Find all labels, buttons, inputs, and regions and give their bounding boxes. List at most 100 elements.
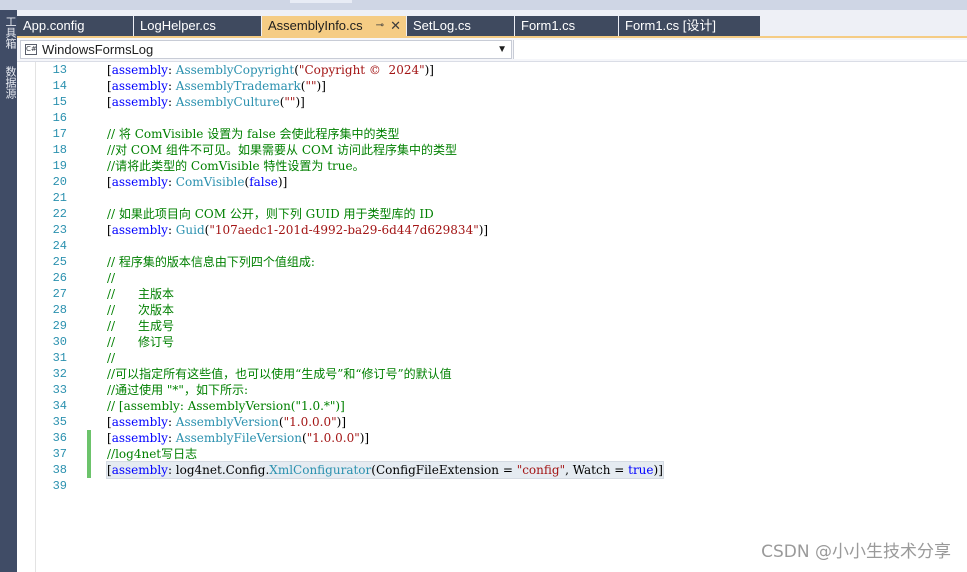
code-token: )] (478, 223, 489, 237)
tab-setlog[interactable]: SetLog.cs (407, 16, 514, 36)
code-text: //可以指定所有这些值，也可以使用“生成号”和“修订号”的默认值 (107, 366, 452, 382)
code-token: true (628, 463, 654, 477)
code-line[interactable]: 17 // 将 ComVisible 设置为 false 会使此程序集中的类型 (17, 126, 967, 142)
line-number: 25 (52, 255, 67, 269)
code-token: "config" (516, 463, 566, 477)
line-number: 33 (52, 383, 67, 397)
code-token: // 如果此项目向 COM 公开，则下列 GUID 用于类型库的 ID (107, 207, 434, 221)
code-line[interactable]: 22 // 如果此项目向 COM 公开，则下列 GUID 用于类型库的 ID (17, 206, 967, 222)
code-text: //通过使用 "*"，如下所示: (107, 382, 248, 398)
code-editor[interactable]: 13 [assembly: AssemblyCopyright("Copyrigh… (17, 62, 967, 572)
code-token: : (167, 95, 176, 109)
code-token: "" (284, 95, 296, 109)
member-dropdown[interactable] (513, 40, 967, 59)
code-token: (ConfigFileExtension = (371, 463, 517, 477)
code-text: [assembly: AssemblyCopyright("Copyright … (107, 62, 434, 78)
chevron-down-icon[interactable]: ▼ (497, 42, 507, 58)
code-line[interactable]: 13 [assembly: AssemblyCopyright("Copyrigh… (17, 62, 967, 78)
code-text: // 次版本 (107, 302, 174, 318)
toolbox-tab[interactable]: 工具箱 (1, 16, 17, 49)
code-line[interactable]: 33 //通过使用 "*"，如下所示: (17, 382, 967, 398)
code-line[interactable]: 32 //可以指定所有这些值，也可以使用“生成号”和“修订号”的默认值 (17, 366, 967, 382)
close-icon[interactable]: ✕ (390, 16, 401, 36)
code-token: )] (336, 415, 347, 429)
project-name: WindowsFormsLog (42, 42, 154, 57)
code-line[interactable]: 38 [assembly: log4net.Config.XmlConfigura… (17, 461, 967, 479)
code-text: [assembly: ComVisible(false)] (107, 174, 287, 190)
code-token: )] (277, 175, 288, 189)
code-line[interactable]: 34 // [assembly: AssemblyVersion("1.0.*")… (17, 398, 967, 414)
tab-label: LogHelper.cs (140, 18, 216, 33)
tab-label: Form1.cs (521, 18, 576, 33)
code-line[interactable]: 39 (17, 478, 967, 494)
code-line[interactable]: 30 // 修订号 (17, 334, 967, 350)
code-token: false (249, 175, 278, 189)
code-line[interactable]: 36 [assembly: AssemblyFileVersion("1.0.0.… (17, 430, 967, 446)
code-token: // (107, 351, 116, 365)
datasource-tab[interactable]: 数据源 (1, 66, 17, 99)
code-text: [assembly: Guid("107aedc1-201d-4992-ba29… (107, 222, 488, 238)
code-token: assembly (111, 431, 168, 445)
tab-assemblyinfo[interactable]: AssemblyInfo.cs ⊸ ✕ (262, 16, 406, 36)
top-strip (0, 0, 967, 10)
code-line[interactable]: 31 // (17, 350, 967, 366)
code-token: )] (359, 431, 370, 445)
code-token: Guid (175, 223, 205, 237)
line-number: 24 (52, 239, 67, 253)
line-number: 36 (52, 431, 67, 445)
watermark: CSDN @小小生技术分享 (761, 542, 951, 562)
code-line[interactable]: 37 //log4net写日志 (17, 446, 967, 462)
code-line[interactable]: 23 [assembly: Guid("107aedc1-201d-4992-ba… (17, 222, 967, 238)
code-line[interactable]: 25 // 程序集的版本信息由下列四个值组成: (17, 254, 967, 270)
code-line[interactable]: 14 [assembly: AssemblyTrademark("")] (17, 78, 967, 94)
code-token: AssemblyFileVersion (175, 431, 303, 445)
code-line[interactable]: 19 //请将此类型的 ComVisible 特性设置为 true。 (17, 158, 967, 174)
code-text: [assembly: AssemblyCulture("")] (107, 94, 305, 110)
code-line[interactable]: 29 // 生成号 (17, 318, 967, 334)
code-token: assembly (111, 63, 168, 77)
code-text: // 如果此项目向 COM 公开，则下列 GUID 用于类型库的 ID (107, 206, 434, 222)
code-token: //请将此类型的 ComVisible 特性设置为 true。 (107, 159, 365, 173)
code-token: assembly (111, 463, 168, 477)
code-line[interactable]: 35 [assembly: AssemblyVersion("1.0.0.0")] (17, 414, 967, 430)
code-token: // (107, 271, 116, 285)
code-line[interactable]: 16 (17, 110, 967, 126)
code-line[interactable]: 28 // 次版本 (17, 302, 967, 318)
code-token: : (167, 175, 176, 189)
code-line[interactable]: 20 [assembly: ComVisible(false)] (17, 174, 967, 190)
code-token: : (167, 79, 176, 93)
line-number: 30 (52, 335, 67, 349)
line-number: 35 (52, 415, 67, 429)
code-line[interactable]: 15 [assembly: AssemblyCulture("")] (17, 94, 967, 110)
code-line[interactable]: 27 // 主版本 (17, 286, 967, 302)
code-line[interactable]: 24 (17, 238, 967, 254)
code-line[interactable]: 21 (17, 190, 967, 206)
line-number: 17 (52, 127, 67, 141)
code-token: assembly (111, 95, 168, 109)
project-dropdown[interactable]: C# WindowsFormsLog ▼ (20, 40, 512, 59)
change-marker (87, 462, 91, 478)
tab-label: Form1.cs [设计] (625, 18, 717, 33)
line-number: 22 (52, 207, 67, 221)
code-token: assembly (111, 223, 168, 237)
line-number: 32 (52, 367, 67, 381)
code-line[interactable]: 18 //对 COM 组件不可见。如果需要从 COM 访问此程序集中的类型 (17, 142, 967, 158)
code-text: // (107, 350, 115, 366)
code-text: [assembly: AssemblyTrademark("")] (107, 78, 326, 94)
change-marker (87, 446, 91, 462)
tab-app-config[interactable]: App.config (17, 16, 133, 36)
code-token: assembly (111, 79, 168, 93)
code-token: // 程序集的版本信息由下列四个值组成: (107, 255, 315, 269)
change-marker (87, 430, 91, 446)
pin-icon[interactable]: ⊸ (376, 16, 384, 36)
code-token: // 主版本 (107, 287, 174, 301)
code-token: AssemblyTrademark (175, 79, 301, 93)
code-token: "1.0.0.0" (283, 415, 337, 429)
code-token: , Watch = (565, 463, 629, 477)
tab-loghelper[interactable]: LogHelper.cs (134, 16, 261, 36)
tab-form1[interactable]: Form1.cs (515, 16, 618, 36)
line-number: 16 (52, 111, 67, 125)
code-text: // 修订号 (107, 334, 174, 350)
code-line[interactable]: 26 // (17, 270, 967, 286)
tab-form1-designer[interactable]: Form1.cs [设计] (619, 16, 760, 36)
